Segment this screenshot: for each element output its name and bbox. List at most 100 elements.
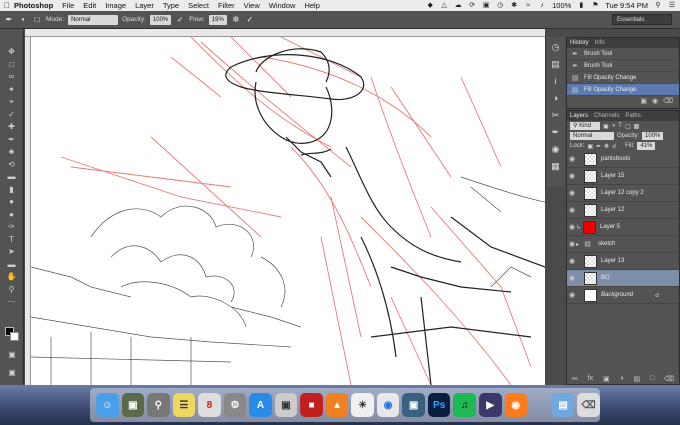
quick-select-icon[interactable]: ✦ [7, 85, 17, 94]
trash-icon[interactable]: ⌫ [664, 375, 674, 383]
hand-tool-icon[interactable]: ✋ [7, 272, 17, 281]
adjustment-icon[interactable]: ◑ [619, 375, 623, 382]
blend-mode-select[interactable]: Normal [570, 132, 614, 140]
blur-tool-icon[interactable]: ● [7, 197, 17, 206]
layer-name[interactable]: Layer 15 [601, 173, 624, 179]
menu-layer[interactable]: Layer [135, 1, 154, 10]
dodge-tool-icon[interactable]: ● [7, 210, 17, 219]
lock-position-icon[interactable]: ✥ [604, 143, 609, 150]
wifi-icon[interactable]: ≈ [524, 2, 532, 9]
filter-smart-icon[interactable]: ▩ [634, 123, 640, 130]
kind-filter-select[interactable]: ⚲ Kind [570, 122, 600, 130]
layer-opacity-field[interactable]: 100% [642, 132, 664, 140]
adjustments-panel-icon[interactable]: ◑ [551, 93, 561, 103]
layer-row[interactable]: ◉ pantsboots [567, 151, 679, 168]
history-brush-icon[interactable]: ⟲ [7, 160, 17, 169]
pressure-size-icon[interactable]: ✓ [245, 15, 255, 25]
tab-info[interactable]: Info [595, 40, 605, 46]
visibility-eye-icon[interactable]: ◉ [567, 291, 577, 299]
activity-monitor-icon[interactable]: ☀ [351, 393, 374, 417]
menu-view[interactable]: View [244, 1, 260, 10]
app-store-icon[interactable]: A [249, 393, 272, 417]
calendar-icon[interactable]: 8 [198, 393, 221, 417]
cloud-icon[interactable]: ☁ [454, 2, 462, 9]
trash-icon[interactable]: ⌫ [663, 97, 673, 105]
group-row[interactable]: ◉ ▸ ▤ sketch [567, 236, 679, 253]
layer-row-selected[interactable]: ◉ BG [567, 270, 679, 287]
link-icon[interactable]: ⚯ [572, 375, 578, 383]
brush-size-icon[interactable]: • [18, 15, 28, 25]
snapshot-icon[interactable]: ◉ [652, 97, 658, 105]
launchpad-icon[interactable]: ⚲ [147, 393, 170, 417]
downloads-folder-icon[interactable]: ▤ [551, 393, 575, 417]
eraser-tool-icon[interactable]: ▬ [7, 172, 17, 181]
layer-row[interactable]: ◉ Layer 12 copy 2 [567, 185, 679, 202]
quick-mask-icon[interactable]: ▣ [7, 350, 17, 359]
layer-row[interactable]: ◉ Layer 12 [567, 202, 679, 219]
finder-icon[interactable]: ☺ [96, 393, 119, 417]
spotify-icon[interactable]: ♫ [453, 393, 476, 417]
system-preferences-icon[interactable]: ⚙ [223, 393, 247, 417]
properties-panel-icon[interactable]: ▤ [551, 59, 561, 69]
background-color[interactable] [10, 332, 19, 341]
mode-select[interactable]: Normal [68, 14, 119, 25]
layer-name[interactable]: BG [601, 275, 610, 281]
opacity-field[interactable]: 100% [149, 14, 172, 25]
lock-pixels-icon[interactable]: ✒ [596, 143, 601, 150]
visibility-eye-icon[interactable]: ◉ [567, 172, 577, 180]
lock-transparent-icon[interactable]: ▣ [587, 143, 593, 150]
document-canvas[interactable] [31, 37, 545, 385]
dropbox-icon[interactable]: ◆ [426, 2, 434, 9]
filter-shape-icon[interactable]: ▢ [625, 123, 631, 130]
visibility-eye-icon[interactable]: ◉ [567, 274, 577, 282]
menubar-clock[interactable]: Tue 9:54 PM [605, 1, 648, 10]
zoom-tool-icon[interactable]: ⚲ [7, 285, 17, 294]
photos-app-icon[interactable]: ▣ [121, 393, 145, 417]
history-item[interactable]: ✒ Brush Tool [567, 60, 679, 72]
layer-name[interactable]: Layer 13 [601, 258, 624, 264]
lasso-tool-icon[interactable]: ∞ [7, 72, 17, 81]
menu-edit[interactable]: Edit [83, 1, 96, 10]
history-item-selected[interactable]: ▤ Fill Opacity Change [567, 84, 679, 96]
path-select-icon[interactable]: ➤ [7, 247, 17, 256]
battery-percent[interactable]: 100% [552, 1, 571, 10]
marquee-tool-icon[interactable]: □ [7, 60, 17, 69]
layer-row[interactable]: ◉ ↳ Layer 5 [567, 219, 679, 236]
sync-icon[interactable]: ⟳ [468, 2, 476, 9]
photo-editor-icon[interactable]: ▣ [402, 393, 425, 417]
layer-row[interactable]: ◉ Background ☌ [567, 287, 679, 304]
menu-image[interactable]: Image [105, 1, 126, 10]
display-icon[interactable]: ▣ [482, 2, 490, 9]
tools-preset-icon[interactable]: ✂ [551, 110, 561, 120]
pressure-opacity-icon[interactable]: ✓ [175, 15, 185, 25]
notification-icon[interactable]: ☰ [668, 2, 676, 9]
tab-paths[interactable]: Paths [625, 113, 640, 119]
workspace-select[interactable]: Essentials [612, 14, 672, 25]
layer-name[interactable]: Layer 12 [601, 207, 624, 213]
filter-adjust-icon[interactable]: ◑ [612, 123, 616, 129]
flow-field[interactable]: 19% [208, 14, 227, 25]
chrome-icon[interactable]: ◉ [376, 393, 400, 417]
fill-field[interactable]: 41% [637, 142, 656, 150]
menu-help[interactable]: Help [304, 1, 319, 10]
shape-tool-icon[interactable]: ▬ [7, 260, 17, 269]
airbrush-icon[interactable]: ✼ [231, 15, 241, 25]
visibility-eye-icon[interactable]: ◉ [567, 257, 577, 265]
volume-icon[interactable]: ♪ [538, 2, 546, 9]
color-panel-icon[interactable]: ◉ [551, 144, 561, 154]
history-panel-icon[interactable]: ◷ [551, 42, 561, 52]
lock-all-icon[interactable]: ☌ [612, 143, 616, 150]
tab-layers[interactable]: Layers [570, 113, 588, 119]
menu-type[interactable]: Type [163, 1, 179, 10]
gradient-tool-icon[interactable]: ▮ [7, 185, 17, 194]
battery-icon[interactable]: ▮ [577, 2, 585, 9]
history-item[interactable]: ▤ Fill Opacity Change [567, 72, 679, 84]
visibility-eye-icon[interactable]: ◉ [567, 206, 577, 214]
tab-channels[interactable]: Channels [594, 113, 619, 119]
trash-can-icon[interactable]: ⌫ [577, 393, 600, 417]
menu-filter[interactable]: Filter [218, 1, 235, 10]
crop-tool-icon[interactable]: ⌖ [7, 97, 17, 106]
photoshop-icon[interactable]: Ps [427, 393, 451, 417]
bluetooth-icon[interactable]: ✱ [510, 2, 518, 9]
flag-icon[interactable]: ⚑ [591, 2, 599, 9]
